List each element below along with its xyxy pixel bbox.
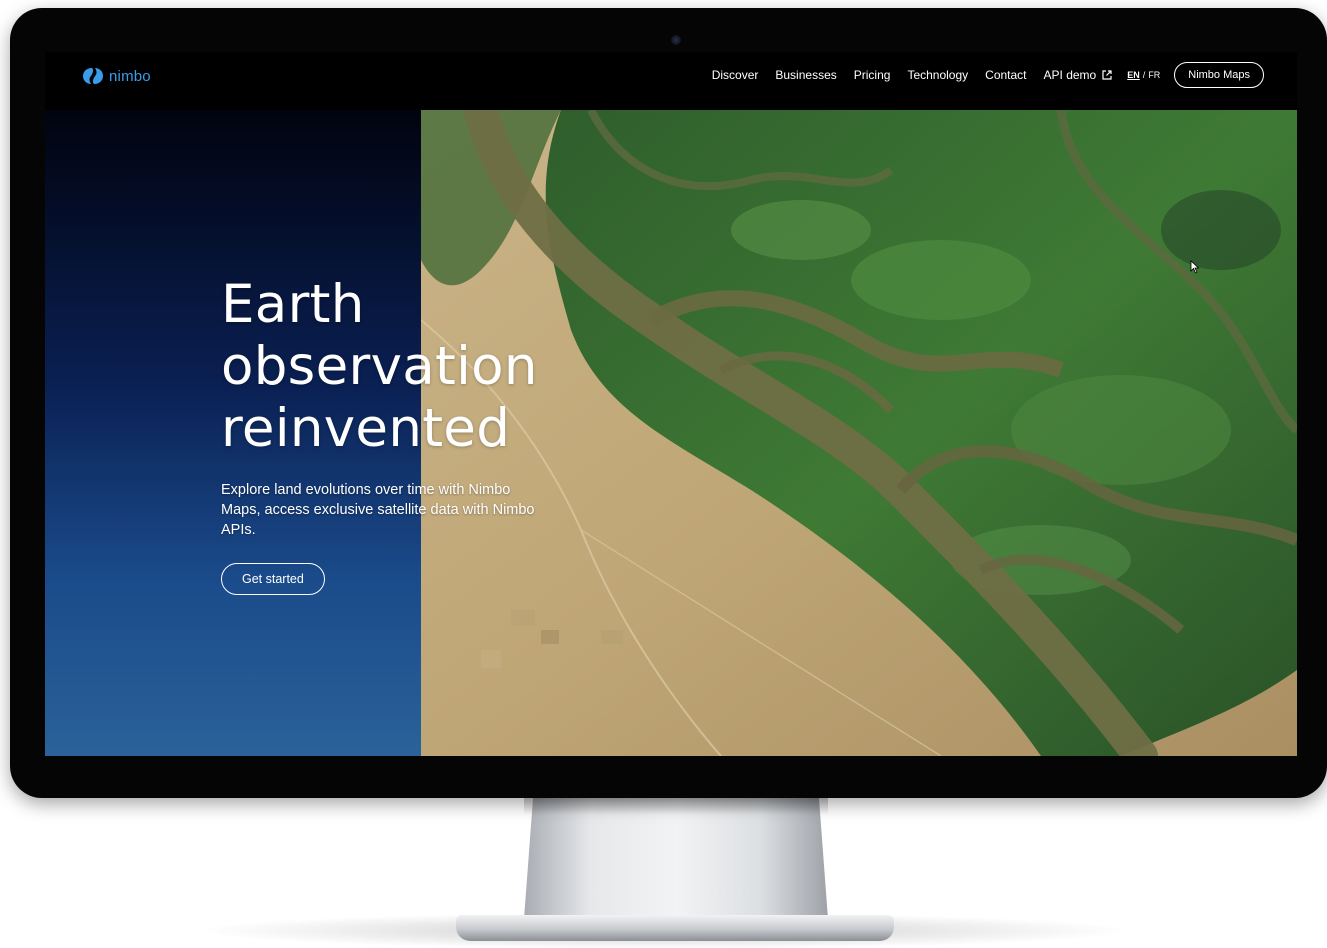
hero-headline-line-1: Earth	[221, 274, 365, 335]
nav-discover[interactable]: Discover	[712, 68, 759, 82]
lang-fr-link[interactable]: FR	[1148, 70, 1160, 80]
hero-headline: Earth observation reinvented	[221, 274, 741, 460]
language-switcher: EN / FR	[1127, 70, 1160, 80]
hero-subcopy: Explore land evolutions over time with N…	[221, 482, 535, 538]
mouse-cursor-icon	[1190, 260, 1200, 274]
brand-logo[interactable]: nimbo	[82, 66, 151, 86]
nav-api-demo[interactable]: API demo	[1044, 68, 1113, 82]
get-started-button[interactable]: Get started	[221, 563, 325, 595]
page: nimbo Discover Businesses Pricing Techno…	[0, 0, 1327, 948]
hero-headline-line-3: reinvented	[221, 398, 511, 459]
hero-content: Earth observation reinvented Explore lan…	[221, 274, 741, 595]
nav-api-demo-label: API demo	[1043, 68, 1097, 82]
nav-pricing[interactable]: Pricing	[854, 68, 891, 82]
nav-businesses[interactable]: Businesses	[775, 68, 836, 82]
website-screen: nimbo Discover Businesses Pricing Techno…	[45, 52, 1297, 756]
lang-separator: /	[1142, 70, 1146, 80]
nimbo-maps-button[interactable]: Nimbo Maps	[1174, 62, 1264, 88]
external-link-icon	[1102, 70, 1112, 80]
hero-headline-line-2: observation	[221, 336, 538, 397]
webcam-icon	[671, 35, 681, 45]
monitor-stand-neck	[524, 797, 828, 919]
main-nav: Discover Businesses Pricing Technology C…	[712, 62, 1264, 88]
lang-en-link[interactable]: EN	[1127, 70, 1140, 80]
nimbo-logo-icon	[83, 68, 103, 84]
monitor-stand-base	[456, 915, 894, 941]
nav-technology[interactable]: Technology	[907, 68, 968, 82]
brand-name: nimbo	[109, 67, 151, 85]
monitor-frame: nimbo Discover Businesses Pricing Techno…	[10, 8, 1327, 798]
site-header: nimbo Discover Businesses Pricing Techno…	[45, 52, 1297, 110]
nav-contact[interactable]: Contact	[985, 68, 1026, 82]
monitor-stand-shadow	[524, 797, 828, 815]
